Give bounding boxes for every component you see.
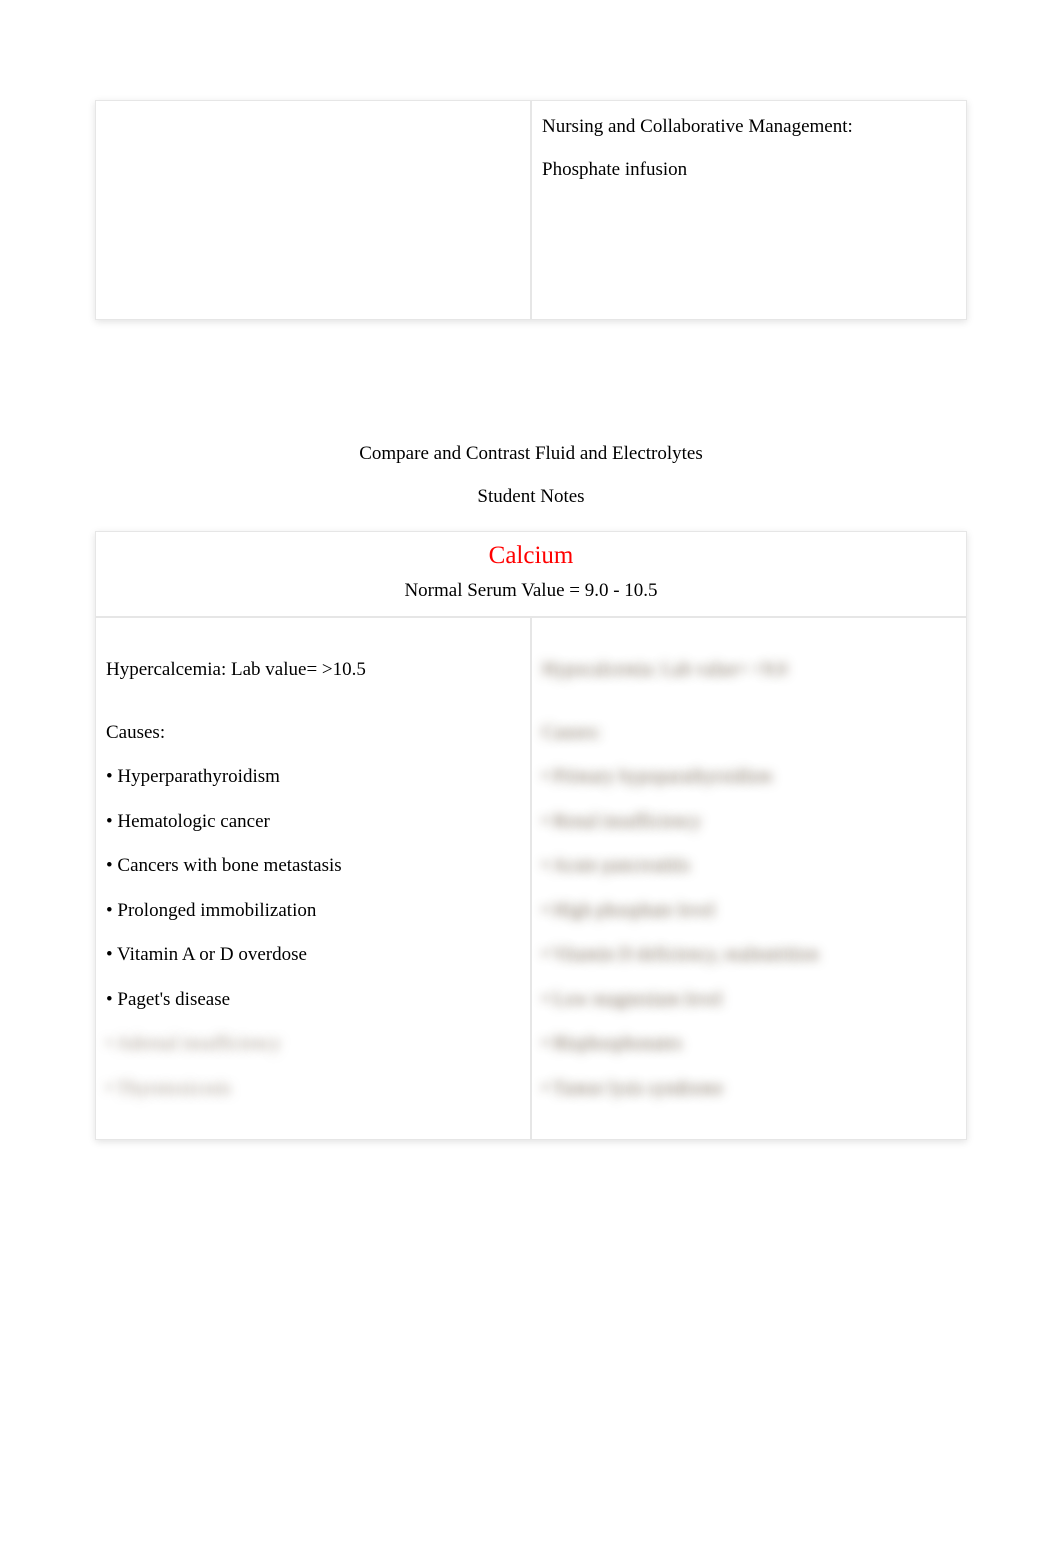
hypercalcemia-cause-item: • Cancers with bone metastasis <box>106 852 520 881</box>
management-heading: Nursing and Collaborative Management: <box>542 113 956 142</box>
hypocalcemia-cause-item-blurred: • Low magnesium level <box>542 986 956 1015</box>
document-page: Nursing and Collaborative Management: Ph… <box>0 0 1062 1140</box>
hypercalcemia-cause-item-blurred: • Thyrotoxicosis <box>106 1075 520 1104</box>
hypocalcemia-cause-item-blurred: • Bisphosphonates <box>542 1030 956 1059</box>
hypocalcemia-cause-item-blurred: • High phosphate level <box>542 897 956 926</box>
student-notes-heading: Student Notes <box>95 483 967 512</box>
calcium-title: Calcium <box>106 542 956 570</box>
hypocalcemia-causes-label-blurred: Causes: <box>542 719 956 748</box>
hypocalcemia-cause-item-blurred: • Tumor lysis syndrome <box>542 1075 956 1104</box>
hypercalcemia-cause-item-blurred: • Adrenal insufficiency <box>106 1030 520 1059</box>
top-table: Nursing and Collaborative Management: Ph… <box>95 100 967 320</box>
hypercalcemia-cause-item: • Prolonged immobilization <box>106 897 520 926</box>
hypocalcemia-cause-item-blurred: • Acute pancreatitis <box>542 852 956 881</box>
hypercalcemia-lab: Hypercalcemia: Lab value= >10.5 <box>106 656 520 685</box>
mid-headings: Compare and Contrast Fluid and Electroly… <box>95 440 967 511</box>
normal-serum-value: Normal Serum Value = 9.0 - 10.5 <box>106 580 956 602</box>
hypocalcemia-lab-blurred: Hypocalcemia: Lab value= <9.0 <box>542 656 956 685</box>
hypocalcemia-cell: Hypocalcemia: Lab value= <9.0 Causes: • … <box>531 617 967 1140</box>
calcium-table: Calcium Normal Serum Value = 9.0 - 10.5 … <box>95 531 967 1140</box>
hypocalcemia-cause-item-blurred: • Renal insufficiency <box>542 808 956 837</box>
hypercalcemia-causes-label: Causes: <box>106 719 520 748</box>
hypercalcemia-cause-item: • Hematologic cancer <box>106 808 520 837</box>
calcium-header-cell: Calcium Normal Serum Value = 9.0 - 10.5 <box>95 531 967 617</box>
top-table-left-cell <box>95 100 531 320</box>
hypercalcemia-cause-item: • Paget's disease <box>106 986 520 1015</box>
top-table-right-cell: Nursing and Collaborative Management: Ph… <box>531 100 967 320</box>
hypercalcemia-cause-item: • Hyperparathyroidism <box>106 763 520 792</box>
hypocalcemia-cause-item-blurred: • Primary hypoparathyroidism <box>542 763 956 792</box>
hypocalcemia-cause-item-blurred: • Vitamin D deficiency, malnutrition <box>542 941 956 970</box>
compare-contrast-heading: Compare and Contrast Fluid and Electroly… <box>95 440 967 469</box>
hypercalcemia-cause-item: • Vitamin A or D overdose <box>106 941 520 970</box>
hypercalcemia-cell: Hypercalcemia: Lab value= >10.5 Causes: … <box>95 617 531 1140</box>
management-body: Phosphate infusion <box>542 156 956 185</box>
